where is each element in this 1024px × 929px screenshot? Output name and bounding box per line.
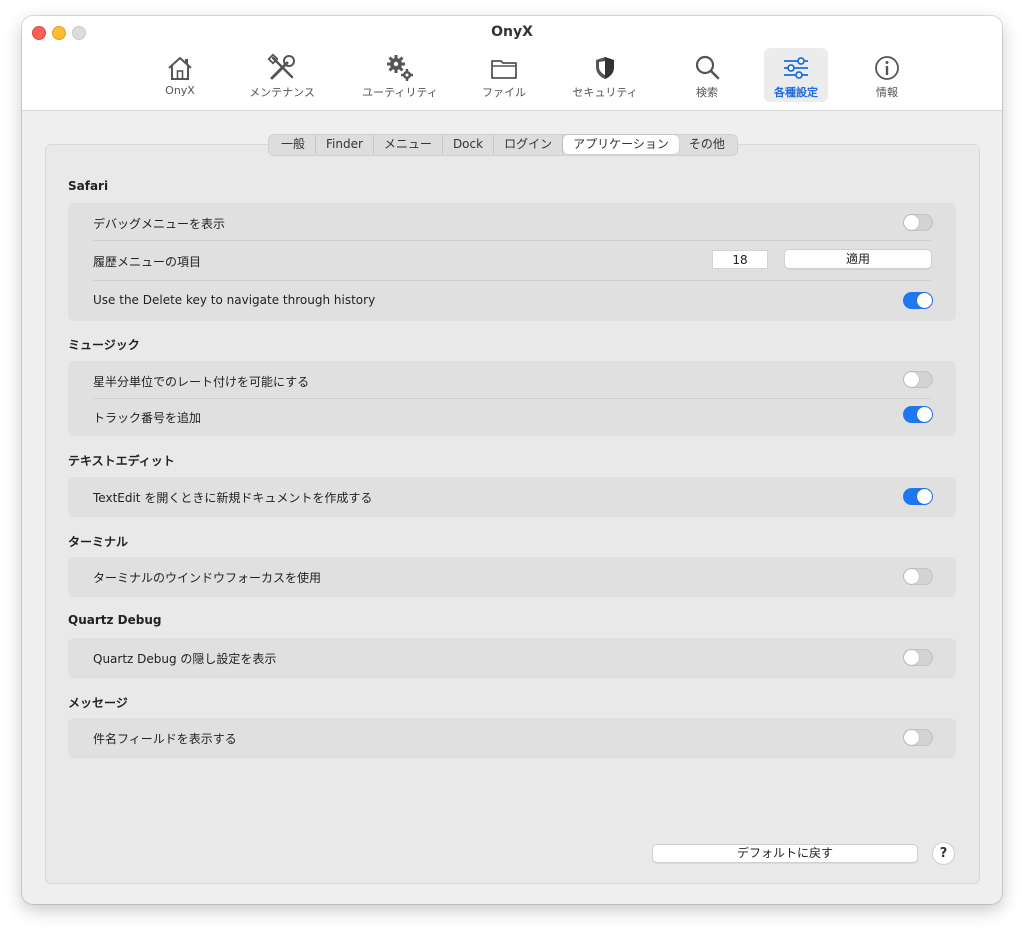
tab-general[interactable]: 一般 <box>271 135 317 154</box>
toolbar-security[interactable]: セキュリティ <box>564 48 646 102</box>
section-title-messages: メッセージ <box>68 696 128 710</box>
toolbar-settings-label: 各種設定 <box>774 86 818 99</box>
toolbar-info-label: 情報 <box>876 86 898 99</box>
tab-applications[interactable]: アプリケーション <box>563 135 679 154</box>
row-safari-debug-menu: デバッグメニューを表示 <box>68 203 956 243</box>
toggle-knob <box>904 569 919 584</box>
row-music-half-star: 星半分単位でのレート付けを可能にする <box>68 361 956 401</box>
toolbar-maintenance-label: メンテナンス <box>249 86 315 99</box>
section-title-quartz: Quartz Debug <box>68 613 162 627</box>
group-messages: 件名フィールドを表示する <box>68 718 956 758</box>
restore-defaults-button[interactable]: デフォルトに戻す <box>652 844 918 863</box>
toggle-quartz-hidden-settings[interactable] <box>903 649 933 666</box>
toolbar-search[interactable]: 検索 <box>682 48 732 102</box>
toolbar-onyx-label: OnyX <box>165 84 195 97</box>
row-label: 星半分単位でのレート付けを可能にする <box>93 375 310 389</box>
tools-icon <box>267 53 295 80</box>
info-icon <box>875 56 899 80</box>
row-terminal-focus: ターミナルのウインドウフォーカスを使用 <box>68 557 956 597</box>
onyx-window: OnyX OnyX メンテナンス ユーティリティ ファイル セキュリティ 検索 … <box>22 16 1002 904</box>
toolbar-files[interactable]: ファイル <box>474 48 534 102</box>
tab-other[interactable]: その他 <box>679 135 735 154</box>
toolbar-settings[interactable]: 各種設定 <box>764 48 828 102</box>
toggle-messages-subject-field[interactable] <box>903 729 933 746</box>
sliders-icon <box>784 57 808 79</box>
toggle-safari-debug-menu[interactable] <box>903 214 933 231</box>
tab-dock[interactable]: Dock <box>443 135 495 154</box>
toolbar-utilities[interactable]: ユーティリティ <box>352 48 448 102</box>
toggle-knob <box>904 215 919 230</box>
row-textedit-new-document: TextEdit を開くときに新規ドキュメントを作成する <box>68 477 956 517</box>
group-quartz: Quartz Debug の隠し設定を表示 <box>68 638 956 678</box>
row-safari-delete-key: Use the Delete key to navigate through h… <box>68 281 956 321</box>
row-label: ターミナルのウインドウフォーカスを使用 <box>93 571 322 585</box>
group-music: 星半分単位でのレート付けを可能にする トラック番号を追加 <box>68 361 956 436</box>
apply-button[interactable]: 適用 <box>784 249 932 269</box>
row-messages-subject-field: 件名フィールドを表示する <box>68 718 956 758</box>
toggle-knob <box>904 730 919 745</box>
tab-finder[interactable]: Finder <box>316 135 374 154</box>
title-bar: OnyX OnyX メンテナンス ユーティリティ ファイル セキュリティ 検索 … <box>22 16 1002 111</box>
toolbar-search-label: 検索 <box>696 86 718 99</box>
row-label: TextEdit を開くときに新規ドキュメントを作成する <box>93 491 373 505</box>
tab-menu[interactable]: メニュー <box>374 135 443 154</box>
row-label: Quartz Debug の隠し設定を表示 <box>93 652 277 666</box>
toolbar-utilities-label: ユーティリティ <box>362 86 438 99</box>
toggle-terminal-focus[interactable] <box>903 568 933 585</box>
toolbar-maintenance[interactable]: メンテナンス <box>240 48 324 102</box>
toolbar-security-label: セキュリティ <box>572 86 638 99</box>
folder-icon <box>491 60 517 79</box>
row-label: 件名フィールドを表示する <box>93 732 237 746</box>
group-safari: デバッグメニューを表示 履歴メニューの項目 18 適用 Use the Dele… <box>68 203 956 321</box>
gears-icon <box>387 55 413 81</box>
home-icon <box>168 57 192 80</box>
shield-icon <box>596 57 614 79</box>
group-terminal: ターミナルのウインドウフォーカスを使用 <box>68 557 956 597</box>
section-title-terminal: ターミナル <box>68 535 129 549</box>
segmented-tabs: 一般 Finder メニュー Dock ログイン アプリケーション その他 <box>268 134 738 156</box>
magnifier-icon <box>695 55 720 80</box>
toggle-music-track-number[interactable] <box>903 406 933 423</box>
toggle-knob <box>904 372 919 387</box>
tab-login[interactable]: ログイン <box>494 135 564 154</box>
toggle-music-half-star[interactable] <box>903 371 933 388</box>
section-title-safari: Safari <box>68 179 109 193</box>
row-music-track-number: トラック番号を追加 <box>68 397 956 437</box>
toggle-textedit-new-document[interactable] <box>903 488 933 505</box>
toolbar-onyx[interactable]: OnyX <box>154 48 206 102</box>
toggle-knob <box>917 489 932 504</box>
window-title: OnyX <box>491 24 533 40</box>
help-button[interactable]: ? <box>932 842 955 865</box>
section-title-textedit: テキストエディット <box>68 454 175 468</box>
toggle-knob <box>917 407 932 422</box>
toggle-knob <box>917 293 932 308</box>
toolbar-files-label: ファイル <box>482 86 526 99</box>
toggle-safari-delete-key[interactable] <box>903 292 933 309</box>
group-textedit: TextEdit を開くときに新規ドキュメントを作成する <box>68 477 956 517</box>
toggle-knob <box>904 650 919 665</box>
row-quartz-hidden-settings: Quartz Debug の隠し設定を表示 <box>68 638 956 678</box>
row-label: 履歴メニューの項目 <box>93 255 202 269</box>
history-items-field[interactable]: 18 <box>712 250 768 269</box>
row-safari-history-items: 履歴メニューの項目 18 適用 <box>68 241 956 281</box>
row-label: トラック番号を追加 <box>93 411 202 425</box>
row-label: デバッグメニューを表示 <box>93 217 226 231</box>
section-title-music: ミュージック <box>68 338 140 352</box>
toolbar-info[interactable]: 情報 <box>862 48 912 102</box>
row-label: Use the Delete key to navigate through h… <box>93 293 376 307</box>
